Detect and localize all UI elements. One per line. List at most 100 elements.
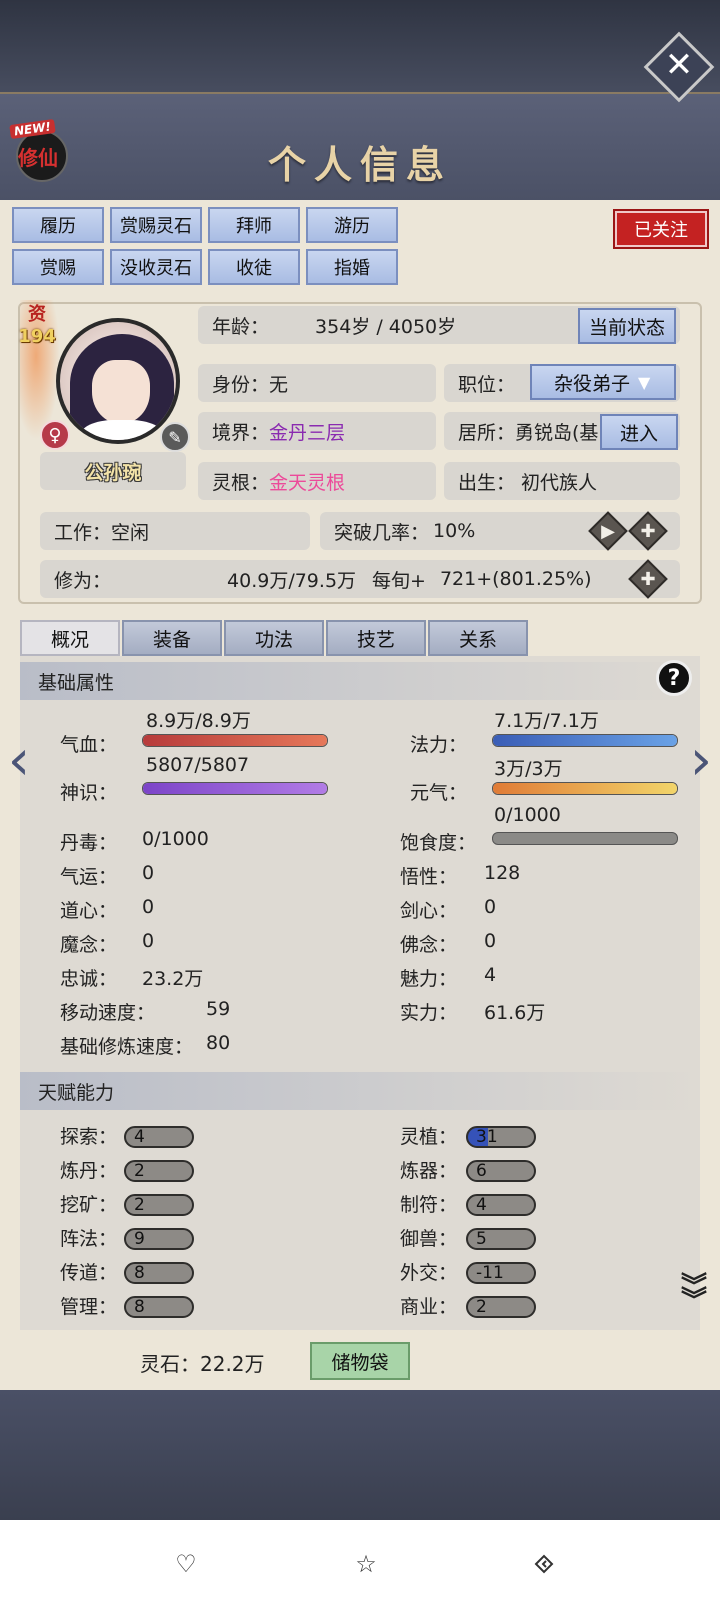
tab-techniques[interactable]: 功法	[224, 620, 324, 656]
breakthrough-value: 10%	[433, 520, 476, 542]
luck-value: 0	[142, 862, 155, 884]
identity-label: 身份：	[212, 373, 270, 396]
work-field: 工作： 空闲	[40, 512, 310, 550]
position-dropdown[interactable]: 杂役弟子 ▼	[530, 364, 676, 400]
identity-field: 身份： 无	[198, 364, 436, 402]
close-icon[interactable]: ✕	[652, 38, 706, 92]
mana-bar	[492, 734, 678, 747]
cultivation-value: 40.9万/79.5万	[227, 569, 357, 592]
talent-header: 天赋能力	[20, 1072, 700, 1110]
talent-label: 外交：	[400, 1262, 458, 1284]
confiscate-stone-button[interactable]: 没收灵石	[110, 249, 202, 285]
avatar[interactable]	[56, 318, 180, 444]
system-nav-bar: ♡ ☆	[0, 1520, 720, 1608]
aptitude-value: 194	[18, 326, 56, 347]
charm-label: 魅力：	[400, 968, 458, 990]
loyalty-label: 忠诚：	[60, 968, 118, 990]
sword-heart-label: 剑心：	[400, 900, 458, 922]
hp-value: 8.9万/8.9万	[146, 710, 251, 732]
overview-content[interactable]: 基础属性 ? 气血： 8.9万/8.9万 法力： 7.1万/7.1万 神识： 5…	[20, 656, 700, 1330]
tab-overview[interactable]: 概况	[20, 620, 120, 656]
pill-poison-value: 0/1000	[142, 828, 209, 850]
move-speed-label: 移动速度：	[60, 1002, 156, 1024]
top-background	[0, 0, 720, 92]
enter-button[interactable]: 进入	[600, 414, 678, 450]
talent-label: 御兽：	[400, 1228, 458, 1250]
demon-thought-label: 魔念：	[60, 934, 118, 956]
breakthrough-label: 突破几率：	[334, 521, 430, 544]
talent-value: 31	[466, 1126, 536, 1148]
realm-field: 境界： 金丹三层	[198, 412, 436, 450]
storage-bag-button[interactable]: 储物袋	[310, 1342, 410, 1380]
scroll-down-icon[interactable]: ︾ ︾	[676, 1274, 712, 1330]
loyalty-value: 23.2万	[142, 968, 204, 990]
spirit-root-label: 灵根：	[212, 471, 270, 494]
heart-icon[interactable]: ♡	[166, 1546, 206, 1582]
age-label: 年龄：	[212, 315, 270, 338]
sense-bar	[142, 782, 328, 795]
luck-label: 气运：	[60, 866, 118, 888]
aptitude-label: 资	[28, 304, 46, 325]
talent-label: 探索：	[60, 1126, 118, 1148]
chevron-down-icon: ▼	[638, 372, 651, 392]
character-name[interactable]: 公孙琬	[40, 452, 186, 490]
per-xun-label: 每旬+	[372, 569, 426, 592]
tab-skills[interactable]: 技艺	[326, 620, 426, 656]
apprentice-to-master-button[interactable]: 拜师	[208, 207, 300, 243]
realm-label: 境界：	[212, 421, 270, 444]
demon-thought-value: 0	[142, 930, 155, 952]
talent-label: 制符：	[400, 1194, 458, 1216]
buddha-thought-value: 0	[484, 930, 497, 952]
page-title: 个人信息	[267, 142, 452, 187]
aptitude-badge: 资 194	[18, 300, 56, 347]
avatar-face	[92, 360, 150, 424]
female-icon: ♀	[40, 420, 70, 450]
tab-equipment[interactable]: 装备	[122, 620, 222, 656]
sense-value: 5807/5807	[146, 754, 250, 776]
vital-value: 3万/3万	[494, 758, 563, 780]
dao-heart-value: 0	[142, 896, 155, 918]
talent-value: 4	[124, 1126, 194, 1148]
realm-value: 金丹三层	[269, 421, 346, 444]
cultivation-label: 修为：	[54, 569, 112, 592]
per-xun-value: 721+(801.25%)	[439, 568, 592, 590]
brush-icon[interactable]: ✎	[160, 422, 190, 452]
charm-value: 4	[484, 964, 497, 986]
birth-field: 出生： 初代族人	[444, 462, 680, 500]
buddha-thought-label: 佛念：	[400, 934, 458, 956]
talent-value: 8	[124, 1262, 194, 1284]
dao-heart-label: 道心：	[60, 900, 118, 922]
talent-value: -11	[466, 1262, 536, 1284]
position-label: 职位：	[458, 373, 516, 396]
residence-value: 勇锐岛(基	[515, 421, 599, 444]
comprehension-label: 悟性：	[400, 866, 458, 888]
help-icon[interactable]: ?	[656, 660, 692, 696]
power-label: 实力：	[400, 1002, 458, 1024]
move-speed-value: 59	[206, 998, 231, 1020]
previous-arrow-icon[interactable]: ‹	[4, 728, 34, 793]
vital-bar-fill	[493, 783, 677, 794]
current-status-button[interactable]: 当前状态	[578, 308, 676, 344]
talent-value: 2	[466, 1296, 536, 1318]
talent-value: 2	[124, 1194, 194, 1216]
reward-stone-button[interactable]: 赏赐灵石	[110, 207, 202, 243]
hp-bar	[142, 734, 328, 747]
back-icon[interactable]	[524, 1546, 564, 1582]
hp-bar-fill	[143, 735, 327, 746]
take-disciple-button[interactable]: 收徒	[208, 249, 300, 285]
mana-bar-fill	[493, 735, 677, 746]
hp-label: 气血：	[60, 734, 118, 756]
follow-button[interactable]: 已关注	[613, 209, 709, 249]
travel-button[interactable]: 游历	[306, 207, 398, 243]
spirit-stone-count: 灵石：22.2万	[140, 1352, 265, 1376]
next-arrow-icon[interactable]: ›	[686, 728, 716, 793]
tab-relations[interactable]: 关系	[428, 620, 528, 656]
arrange-marriage-button[interactable]: 指婚	[306, 249, 398, 285]
work-value: 空闲	[111, 521, 150, 544]
history-button[interactable]: 履历	[12, 207, 104, 243]
star-icon[interactable]: ☆	[346, 1546, 386, 1582]
reward-button[interactable]: 赏赐	[12, 249, 104, 285]
work-label: 工作：	[54, 521, 112, 544]
cultivation-field: 修为： 40.9万/79.5万 每旬+ 721+(801.25%)	[40, 560, 680, 598]
residence-label: 居所：	[458, 421, 516, 444]
